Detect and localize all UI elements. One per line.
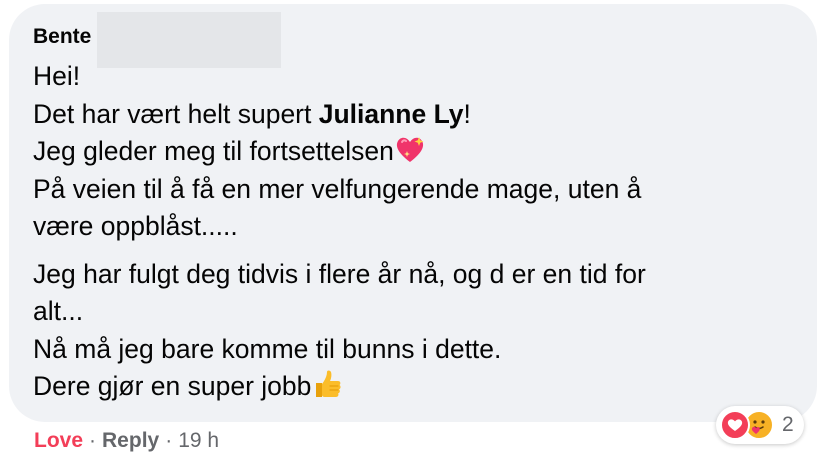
comment-line: Jeg gleder meg til fortsettelsen <box>33 133 793 171</box>
separator-dot: · <box>165 429 173 452</box>
comment-line: alt... <box>33 296 84 326</box>
comment-line: På veien til å få en mer velfungerende m… <box>33 173 642 204</box>
comment-paragraph: Hei! Det har vært helt supert Julianne L… <box>33 58 793 246</box>
comment-author-name[interactable]: Bente <box>33 25 91 49</box>
mention-link[interactable]: Julianne Ly <box>319 99 464 129</box>
comment-line: Det har vært helt supert Julianne Ly! <box>33 98 471 129</box>
comment-paragraph: Jeg har fulgt deg tidvis i flere år nå, … <box>33 256 793 406</box>
sparkling-heart-icon <box>394 134 426 164</box>
thumbs-up-icon <box>311 369 343 399</box>
reactions-summary[interactable]: 2 <box>716 406 804 444</box>
comment-bubble: Bente Hei! Det har vært helt supert Juli… <box>9 4 817 422</box>
comment-body: Hei! Det har vært helt supert Julianne L… <box>33 58 793 406</box>
love-reaction-link[interactable]: Love <box>34 429 83 453</box>
love-reaction-icon <box>720 410 750 440</box>
redacted-surname-block <box>97 12 282 68</box>
comment-line: Nå må jeg bare komme til bunns i dette. <box>33 333 502 364</box>
comment-timestamp[interactable]: 19 h <box>178 429 219 453</box>
comment-header: Bente <box>33 12 793 68</box>
reaction-count: 2 <box>782 413 794 436</box>
comment-line: Dere gjør en super jobb <box>33 368 793 406</box>
reply-link[interactable]: Reply <box>102 429 159 453</box>
separator-dot: · <box>89 429 97 452</box>
comment-line: være oppblåst..... <box>33 211 238 241</box>
comment-actions: Love · Reply · 19 h <box>34 429 219 453</box>
comment-line: Jeg har fulgt deg tidvis i flere år nå, … <box>33 258 646 289</box>
